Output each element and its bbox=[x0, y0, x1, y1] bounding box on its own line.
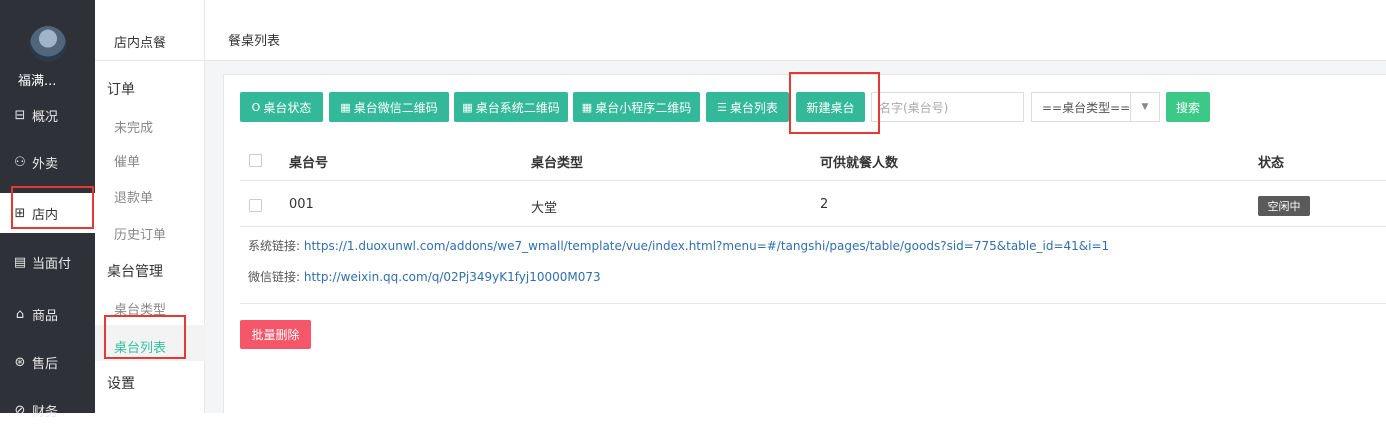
button-label: 桌台微信二维码 bbox=[353, 100, 438, 115]
secondary-sidebar: 店内点餐 订单 未完成 催单 退款单 历史订单 桌台管理 桌台类型 桌台列表 设… bbox=[95, 0, 205, 413]
sidebar-item-label: 店内 bbox=[32, 207, 59, 223]
system-link[interactable]: https://1.duoxunwl.com/addons/we7_wmall/… bbox=[304, 239, 1109, 253]
miniprogram-qrcode-button[interactable]: ▦ 桌台小程序二维码 bbox=[573, 92, 700, 122]
sidebar-item-goods[interactable]: ⌂ 商品 bbox=[0, 294, 95, 334]
new-table-button[interactable]: 新建桌台 bbox=[796, 92, 865, 122]
button-label: 桌台状态 bbox=[263, 100, 312, 115]
shop-name: 福满... bbox=[18, 74, 57, 89]
column-header-capacity[interactable]: 可供就餐人数 bbox=[820, 152, 898, 171]
button-label: 桌台系统二维码 bbox=[475, 100, 560, 115]
status-badge: 空闲中 bbox=[1258, 196, 1310, 216]
subnav-title: 店内点餐 bbox=[114, 36, 167, 51]
table-list-button[interactable]: ☰ 桌台列表 bbox=[706, 92, 789, 122]
subnav-item-unfinished[interactable]: 未完成 bbox=[114, 117, 153, 136]
list-icon: ☰ bbox=[717, 100, 727, 114]
select-value: ==桌台类型== bbox=[1042, 100, 1131, 115]
sidebar-item-finance[interactable]: ⊘ 财务 bbox=[0, 390, 95, 430]
wechat-link-row: 微信链接: http://weixin.qq.com/q/02Pj349yK1f… bbox=[248, 268, 601, 285]
sidebar-item-delivery[interactable]: ⚇ 外卖 bbox=[0, 142, 95, 182]
button-label: 桌台小程序二维码 bbox=[595, 100, 692, 115]
subnav-item-history[interactable]: 历史订单 bbox=[114, 224, 166, 243]
sidebar-item-label: 外卖 bbox=[32, 156, 59, 172]
divider bbox=[240, 303, 1386, 304]
table-type-select[interactable]: ==桌台类型== ▼ bbox=[1031, 92, 1160, 122]
button-label: 新建桌台 bbox=[806, 100, 855, 115]
sidebar-item-after-sale[interactable]: ⊛ 售后 bbox=[0, 342, 95, 382]
wechat-link[interactable]: http://weixin.qq.com/q/02Pj349yK1fyj1000… bbox=[304, 270, 601, 284]
button-label: 桌台列表 bbox=[729, 100, 778, 115]
table-number: 001 bbox=[289, 197, 314, 212]
bulk-delete-button[interactable]: 批量删除 bbox=[240, 320, 311, 349]
search-placeholder: 名字(桌台号) bbox=[879, 100, 949, 115]
document-icon: ▤ bbox=[13, 254, 27, 270]
divider bbox=[240, 180, 1386, 181]
sidebar-item-face-pay[interactable]: ▤ 当面付 bbox=[0, 242, 95, 282]
system-qrcode-button[interactable]: ▦ 桌台系统二维码 bbox=[454, 92, 568, 122]
sidebar-item-store[interactable]: ⊞ 店内 bbox=[0, 193, 95, 233]
shop-avatar[interactable] bbox=[30, 26, 66, 62]
system-link-row: 系统链接: https://1.duoxunwl.com/addons/we7_… bbox=[248, 237, 1109, 254]
column-header-type[interactable]: 桌台类型 bbox=[531, 152, 583, 171]
table-type: 大堂 bbox=[531, 201, 558, 216]
subnav-item-reminder[interactable]: 催单 bbox=[114, 151, 140, 170]
system-link-label: 系统链接: bbox=[248, 239, 301, 253]
divider bbox=[240, 226, 1386, 227]
subnav-group-orders[interactable]: 订单 bbox=[107, 79, 135, 99]
table-name-search-input[interactable]: 名字(桌台号) bbox=[871, 92, 1024, 122]
primary-sidebar: 福满... ⊟ 概况 ⚇ 外卖 ⊞ 店内 ▤ 当面付 ⌂ 商品 ⊛ 售后 ⊘ 财… bbox=[0, 0, 95, 420]
column-header-status[interactable]: 状态 bbox=[1258, 152, 1284, 171]
column-header-number[interactable]: 桌台号 bbox=[289, 152, 328, 171]
sidebar-item-label: 当面付 bbox=[32, 256, 72, 272]
select-all-checkbox[interactable] bbox=[249, 154, 262, 167]
search-button[interactable]: 搜索 bbox=[1166, 92, 1210, 122]
page-header: 餐桌列表 bbox=[205, 0, 1386, 61]
subnav-group-tables[interactable]: 桌台管理 bbox=[107, 261, 163, 281]
bag-icon: ⌂ bbox=[15, 306, 25, 322]
circle-icon: O bbox=[251, 100, 261, 114]
sidebar-item-overview[interactable]: ⊟ 概况 bbox=[0, 95, 95, 135]
finance-icon: ⊘ bbox=[14, 402, 26, 418]
sidebar-item-label: 概况 bbox=[32, 109, 59, 125]
delivery-icon: ⚇ bbox=[14, 154, 26, 170]
page-title: 餐桌列表 bbox=[228, 34, 281, 49]
after-sale-icon: ⊛ bbox=[14, 354, 26, 370]
sidebar-item-label: 财务 bbox=[32, 404, 59, 420]
qrcode-icon: ▦ bbox=[340, 100, 351, 114]
caret-down-icon: ▼ bbox=[1130, 93, 1159, 121]
row-checkbox[interactable] bbox=[249, 199, 262, 212]
dashboard-icon: ⊟ bbox=[14, 107, 26, 123]
sidebar-item-label: 商品 bbox=[32, 308, 59, 324]
divider bbox=[95, 60, 205, 61]
subnav-group-settings[interactable]: 设置 bbox=[107, 373, 135, 393]
table-capacity: 2 bbox=[820, 197, 829, 212]
subnav-item-refund[interactable]: 退款单 bbox=[114, 187, 153, 206]
subnav-item-table-list[interactable]: 桌台列表 bbox=[114, 337, 166, 356]
sidebar-item-label: 售后 bbox=[32, 356, 59, 372]
qrcode-icon: ▦ bbox=[581, 100, 593, 114]
store-icon: ⊞ bbox=[14, 205, 26, 221]
table-status-button[interactable]: O 桌台状态 bbox=[240, 92, 323, 122]
qrcode-icon: ▦ bbox=[462, 100, 473, 114]
subnav-item-table-types[interactable]: 桌台类型 bbox=[114, 299, 166, 318]
wechat-link-label: 微信链接: bbox=[248, 270, 301, 284]
wechat-qrcode-button[interactable]: ▦ 桌台微信二维码 bbox=[329, 92, 449, 122]
